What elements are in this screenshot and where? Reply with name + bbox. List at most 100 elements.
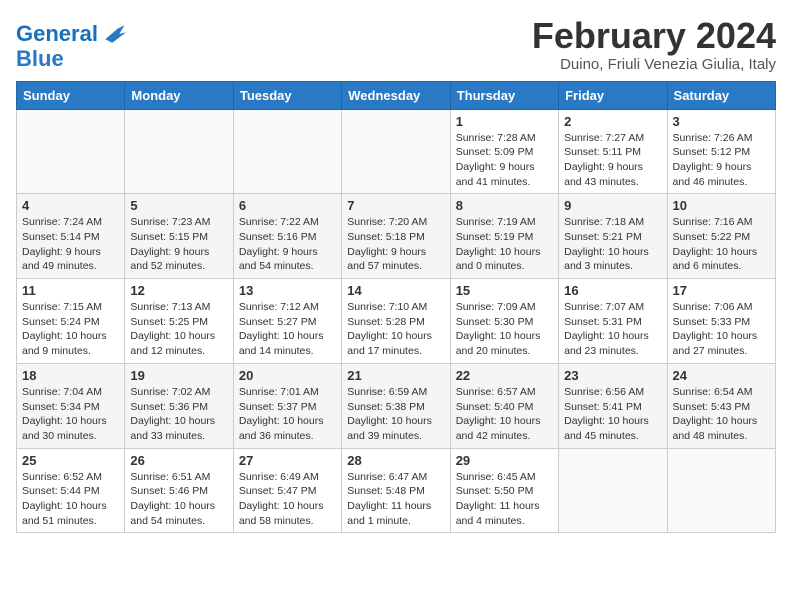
column-header-friday: Friday [559,81,667,109]
calendar-week-row: 11 Sunrise: 7:15 AM Sunset: 5:24 PM Dayli… [17,279,776,364]
calendar-cell: 8 Sunrise: 7:19 AM Sunset: 5:19 PM Daylig… [450,194,558,279]
calendar-month-title: February 2024 [532,16,776,56]
day-number: 5 [130,198,227,213]
calendar-cell: 28Sunrise: 6:47 AM Sunset: 5:48 PM Dayli… [342,448,450,533]
calendar-cell: 7 Sunrise: 7:20 AM Sunset: 5:18 PM Daylig… [342,194,450,279]
day-detail: Sunrise: 7:06 AM Sunset: 5:33 PM Dayligh… [673,300,770,359]
column-header-sunday: Sunday [17,81,125,109]
day-number: 17 [673,283,770,298]
column-header-saturday: Saturday [667,81,775,109]
day-number: 11 [22,283,119,298]
day-number: 14 [347,283,444,298]
day-number: 3 [673,114,770,129]
day-detail: Sunrise: 7:16 AM Sunset: 5:22 PM Dayligh… [673,215,770,274]
day-number: 1 [456,114,553,129]
calendar-cell: 12Sunrise: 7:13 AM Sunset: 5:25 PM Dayli… [125,279,233,364]
day-number: 2 [564,114,661,129]
day-number: 10 [673,198,770,213]
calendar-cell: 25Sunrise: 6:52 AM Sunset: 5:44 PM Dayli… [17,448,125,533]
calendar-cell: 4Sunrise: 7:24 AM Sunset: 5:14 PM Daylig… [17,194,125,279]
day-detail: Sunrise: 7:12 AM Sunset: 5:27 PM Dayligh… [239,300,336,359]
logo: General Blue [16,20,128,70]
calendar-cell: 16 Sunrise: 7:07 AM Sunset: 5:31 PM Dayli… [559,279,667,364]
calendar-cell: 10 Sunrise: 7:16 AM Sunset: 5:22 PM Dayli… [667,194,775,279]
day-number: 20 [239,368,336,383]
day-detail: Sunrise: 7:24 AM Sunset: 5:14 PM Dayligh… [22,215,119,274]
day-number: 27 [239,453,336,468]
day-number: 12 [130,283,227,298]
day-number: 7 [347,198,444,213]
day-number: 15 [456,283,553,298]
calendar-week-row: 18Sunrise: 7:04 AM Sunset: 5:34 PM Dayli… [17,363,776,448]
day-number: 24 [673,368,770,383]
day-number: 26 [130,453,227,468]
calendar-cell: 5 Sunrise: 7:23 AM Sunset: 5:15 PM Daylig… [125,194,233,279]
day-detail: Sunrise: 7:15 AM Sunset: 5:24 PM Dayligh… [22,300,119,359]
day-number: 29 [456,453,553,468]
day-number: 6 [239,198,336,213]
calendar-cell: 24 Sunrise: 6:54 AM Sunset: 5:43 PM Dayli… [667,363,775,448]
calendar-cell: 17 Sunrise: 7:06 AM Sunset: 5:33 PM Dayli… [667,279,775,364]
calendar-table: SundayMondayTuesdayWednesdayThursdayFrid… [16,81,776,534]
day-number: 19 [130,368,227,383]
calendar-cell: 14 Sunrise: 7:10 AM Sunset: 5:28 PM Dayli… [342,279,450,364]
calendar-location: Duino, Friuli Venezia Giulia, Italy [532,56,776,73]
calendar-cell: 18Sunrise: 7:04 AM Sunset: 5:34 PM Dayli… [17,363,125,448]
day-detail: Sunrise: 6:59 AM Sunset: 5:38 PM Dayligh… [347,385,444,444]
day-detail: Sunrise: 7:20 AM Sunset: 5:18 PM Dayligh… [347,215,444,274]
calendar-week-row: 25Sunrise: 6:52 AM Sunset: 5:44 PM Dayli… [17,448,776,533]
day-number: 18 [22,368,119,383]
day-detail: Sunrise: 7:18 AM Sunset: 5:21 PM Dayligh… [564,215,661,274]
column-header-tuesday: Tuesday [233,81,341,109]
logo-bird-icon [100,20,128,48]
logo-blue-text: Blue [16,48,128,70]
calendar-cell [125,109,233,194]
day-detail: Sunrise: 7:23 AM Sunset: 5:15 PM Dayligh… [130,215,227,274]
calendar-cell: 21 Sunrise: 6:59 AM Sunset: 5:38 PM Dayli… [342,363,450,448]
calendar-cell: 13Sunrise: 7:12 AM Sunset: 5:27 PM Dayli… [233,279,341,364]
day-detail: Sunrise: 6:49 AM Sunset: 5:47 PM Dayligh… [239,470,336,529]
calendar-cell: 2 Sunrise: 7:27 AM Sunset: 5:11 PM Daylig… [559,109,667,194]
day-number: 16 [564,283,661,298]
day-detail: Sunrise: 6:54 AM Sunset: 5:43 PM Dayligh… [673,385,770,444]
day-number: 21 [347,368,444,383]
calendar-cell: 1 Sunrise: 7:28 AM Sunset: 5:09 PM Daylig… [450,109,558,194]
calendar-body: 1 Sunrise: 7:28 AM Sunset: 5:09 PM Daylig… [17,109,776,533]
calendar-cell: 26Sunrise: 6:51 AM Sunset: 5:46 PM Dayli… [125,448,233,533]
day-detail: Sunrise: 7:01 AM Sunset: 5:37 PM Dayligh… [239,385,336,444]
column-header-monday: Monday [125,81,233,109]
calendar-cell: 22Sunrise: 6:57 AM Sunset: 5:40 PM Dayli… [450,363,558,448]
calendar-header-row: SundayMondayTuesdayWednesdayThursdayFrid… [17,81,776,109]
day-detail: Sunrise: 7:26 AM Sunset: 5:12 PM Dayligh… [673,131,770,190]
calendar-cell: 15 Sunrise: 7:09 AM Sunset: 5:30 PM Dayli… [450,279,558,364]
day-detail: Sunrise: 7:09 AM Sunset: 5:30 PM Dayligh… [456,300,553,359]
calendar-cell: 20 Sunrise: 7:01 AM Sunset: 5:37 PM Dayli… [233,363,341,448]
calendar-cell: 6 Sunrise: 7:22 AM Sunset: 5:16 PM Daylig… [233,194,341,279]
day-number: 9 [564,198,661,213]
day-number: 23 [564,368,661,383]
calendar-week-row: 1 Sunrise: 7:28 AM Sunset: 5:09 PM Daylig… [17,109,776,194]
calendar-cell [233,109,341,194]
day-detail: Sunrise: 7:07 AM Sunset: 5:31 PM Dayligh… [564,300,661,359]
page-header: General Blue February 2024 Duino, Friuli… [16,16,776,73]
day-number: 25 [22,453,119,468]
calendar-cell [667,448,775,533]
calendar-cell [559,448,667,533]
calendar-cell [342,109,450,194]
calendar-cell: 19Sunrise: 7:02 AM Sunset: 5:36 PM Dayli… [125,363,233,448]
calendar-cell: 29Sunrise: 6:45 AM Sunset: 5:50 PM Dayli… [450,448,558,533]
day-detail: Sunrise: 7:22 AM Sunset: 5:16 PM Dayligh… [239,215,336,274]
day-number: 22 [456,368,553,383]
day-detail: Sunrise: 7:28 AM Sunset: 5:09 PM Dayligh… [456,131,553,190]
day-detail: Sunrise: 7:10 AM Sunset: 5:28 PM Dayligh… [347,300,444,359]
day-detail: Sunrise: 6:47 AM Sunset: 5:48 PM Dayligh… [347,470,444,529]
calendar-cell: 23Sunrise: 6:56 AM Sunset: 5:41 PM Dayli… [559,363,667,448]
day-detail: Sunrise: 7:19 AM Sunset: 5:19 PM Dayligh… [456,215,553,274]
column-header-thursday: Thursday [450,81,558,109]
day-detail: Sunrise: 7:27 AM Sunset: 5:11 PM Dayligh… [564,131,661,190]
calendar-cell [17,109,125,194]
day-number: 8 [456,198,553,213]
calendar-cell: 11 Sunrise: 7:15 AM Sunset: 5:24 PM Dayli… [17,279,125,364]
column-header-wednesday: Wednesday [342,81,450,109]
calendar-cell: 9 Sunrise: 7:18 AM Sunset: 5:21 PM Daylig… [559,194,667,279]
